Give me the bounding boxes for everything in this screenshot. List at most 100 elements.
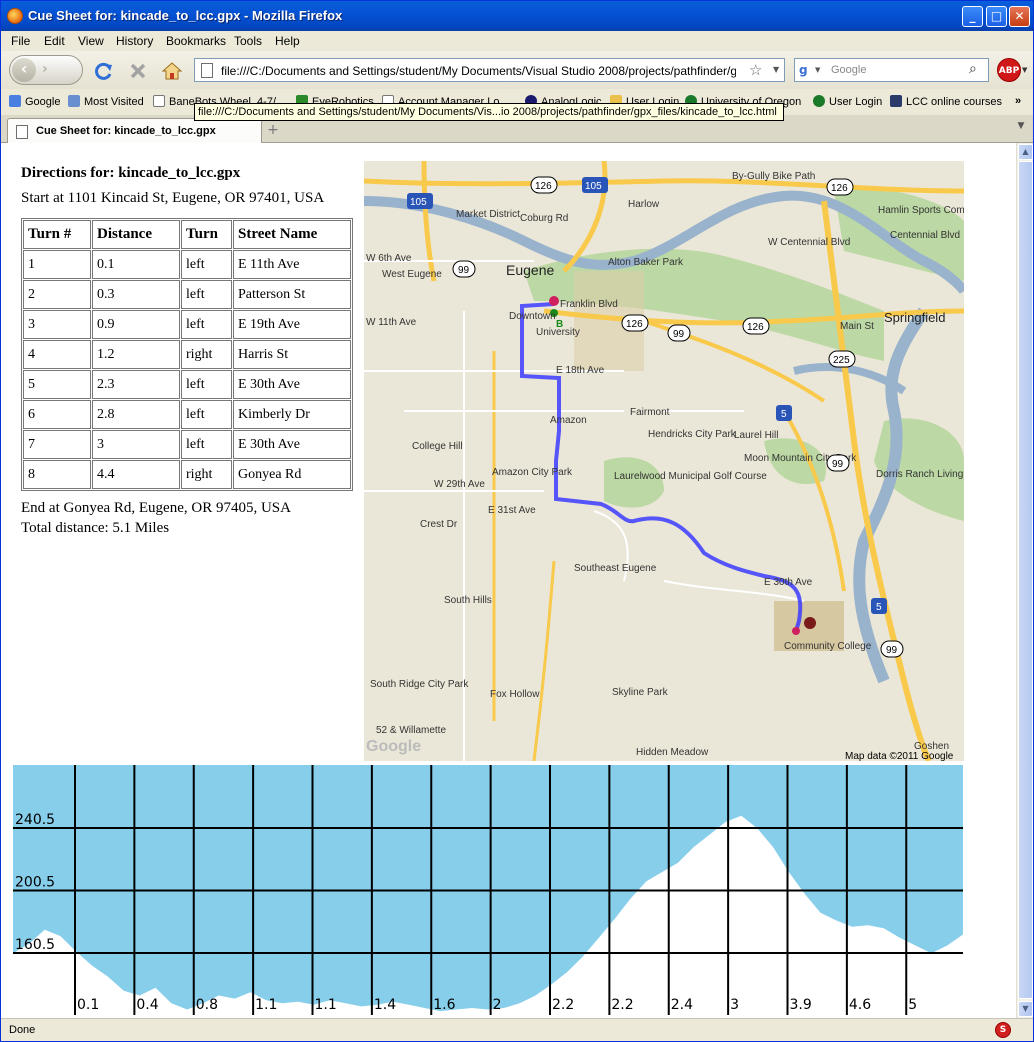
x-tick-label: 1.4 bbox=[374, 997, 396, 1013]
svg-text:126: 126 bbox=[831, 183, 848, 194]
adblock-plus-icon[interactable]: ABP bbox=[997, 58, 1021, 82]
map-label-fairmont: Fairmont bbox=[630, 407, 670, 418]
menu-tools[interactable]: Tools bbox=[234, 34, 262, 48]
map-canvas[interactable]: Eugene Springfield Downtown University M… bbox=[364, 161, 964, 761]
search-icon[interactable]: ⌕ bbox=[969, 61, 977, 77]
map-label-coburg-rd: Coburg Rd bbox=[520, 213, 568, 224]
o-icon bbox=[813, 95, 825, 107]
total-distance: Total distance: 5.1 Miles bbox=[21, 520, 170, 536]
header-turn-number: Turn # bbox=[23, 220, 91, 249]
vertical-scrollbar[interactable]: ▲ ▼ bbox=[1016, 143, 1033, 1018]
svg-text:105: 105 bbox=[585, 181, 602, 192]
map-label-w-11th-ave: W 11th Ave bbox=[366, 317, 417, 328]
end-marker[interactable] bbox=[792, 627, 800, 635]
google-logo[interactable]: Google bbox=[366, 738, 421, 755]
most-visited-icon bbox=[68, 95, 80, 107]
search-box[interactable]: g ▼ Google ⌕ bbox=[794, 58, 989, 82]
google-icon[interactable]: g bbox=[799, 63, 808, 77]
distance: 2.3 bbox=[92, 370, 180, 399]
scroll-down-button[interactable]: ▼ bbox=[1018, 1001, 1033, 1017]
chevron-down-icon[interactable]: ▼ bbox=[815, 66, 820, 74]
menu-help[interactable]: Help bbox=[275, 34, 300, 48]
scroll-up-button[interactable]: ▲ bbox=[1018, 144, 1033, 160]
x-tick-label: 2.4 bbox=[671, 997, 693, 1013]
x-tick-label: 2.2 bbox=[552, 997, 574, 1013]
reload-icon[interactable] bbox=[94, 61, 114, 81]
star-icon[interactable]: ☆ bbox=[749, 61, 762, 79]
y-tick-label: 200.5 bbox=[15, 875, 55, 891]
tab-label: Cue Sheet for: kincade_to_lcc.gpx bbox=[36, 125, 216, 137]
back-button[interactable]: ‹ bbox=[12, 58, 36, 82]
street-name: Patterson St bbox=[233, 280, 351, 309]
map-label-hidden-meadow: Hidden Meadow bbox=[636, 747, 709, 758]
distance: 1.2 bbox=[92, 340, 180, 369]
chevron-down-icon[interactable]: ▼ bbox=[773, 65, 779, 74]
svg-text:99: 99 bbox=[458, 265, 470, 276]
marker-b-label: B bbox=[556, 319, 563, 330]
turn: left bbox=[181, 370, 232, 399]
shield-i5: 5 bbox=[776, 405, 792, 421]
minimize-button[interactable]: _ bbox=[962, 6, 983, 27]
start-marker[interactable] bbox=[549, 296, 559, 306]
svg-text:5: 5 bbox=[876, 602, 882, 613]
table-row: 3 0.9 left E 19th Ave bbox=[23, 310, 351, 339]
street-name: E 30th Ave bbox=[233, 370, 351, 399]
turn: left bbox=[181, 250, 232, 279]
route-map[interactable]: Eugene Springfield Downtown University M… bbox=[364, 161, 964, 761]
turn-number: 7 bbox=[23, 430, 91, 459]
menu-file[interactable]: File bbox=[11, 34, 30, 48]
stop-icon[interactable] bbox=[128, 61, 148, 81]
forward-button[interactable]: › bbox=[42, 61, 48, 77]
elevation-chart: 160.5 200.5 240.5 0.1 0.4 0.8 1.1 1.1 1.4 1.6 2 2.2… bbox=[13, 765, 963, 1015]
chevron-right-icon[interactable]: » bbox=[1015, 95, 1021, 107]
shield-99: 99 bbox=[452, 260, 476, 278]
distance: 0.1 bbox=[92, 250, 180, 279]
map-label-laurel-hill: Laurel Hill bbox=[734, 430, 778, 441]
bookmark-google[interactable]: Google bbox=[9, 95, 60, 108]
map-label-laurelwood: Laurelwood Municipal Golf Course bbox=[614, 471, 767, 482]
home-icon[interactable] bbox=[161, 60, 183, 82]
title-bar: Cue Sheet for: kincade_to_lcc.gpx - Mozi… bbox=[1, 1, 1033, 31]
x-tick-label: 2.2 bbox=[611, 997, 633, 1013]
tab-active[interactable]: Cue Sheet for: kincade_to_lcc.gpx bbox=[7, 118, 262, 143]
window-title: Cue Sheet for: kincade_to_lcc.gpx - Mozi… bbox=[28, 8, 343, 23]
turn-number: 1 bbox=[23, 250, 91, 279]
svg-text:225: 225 bbox=[833, 355, 850, 366]
map-label-fox-hollow: Fox Hollow bbox=[490, 689, 540, 700]
status-bar: Done S bbox=[1, 1018, 1033, 1041]
menu-view[interactable]: View bbox=[78, 34, 104, 48]
map-label-centennial: Centennial Blvd bbox=[890, 230, 960, 241]
menu-history[interactable]: History bbox=[116, 34, 153, 48]
map-label-e-18th-ave: E 18th Ave bbox=[556, 365, 605, 376]
shield-105-b: 105 bbox=[582, 177, 608, 193]
map-label-harlow: Harlow bbox=[628, 199, 660, 210]
noscript-icon[interactable]: S bbox=[995, 1022, 1011, 1038]
table-header-row: Turn # Distance Turn Street Name bbox=[23, 220, 351, 249]
url-text[interactable]: file:///C:/Documents and Settings/studen… bbox=[221, 64, 736, 78]
columns-icon bbox=[890, 95, 902, 107]
new-tab-button[interactable]: + bbox=[264, 121, 282, 139]
map-label-52-willamette: 52 & Willamette bbox=[376, 725, 446, 736]
x-tick-label: 1.6 bbox=[433, 997, 455, 1013]
turn-number: 4 bbox=[23, 340, 91, 369]
search-placeholder[interactable]: Google bbox=[831, 64, 866, 76]
turn: left bbox=[181, 400, 232, 429]
chevron-down-icon[interactable]: ▼ bbox=[1014, 121, 1028, 139]
bookmark-user-login-2[interactable]: User Login bbox=[813, 95, 882, 108]
menu-edit[interactable]: Edit bbox=[44, 34, 65, 48]
chevron-down-icon[interactable]: ▼ bbox=[1022, 66, 1027, 74]
scroll-thumb[interactable] bbox=[1018, 161, 1033, 999]
url-bar[interactable]: file:///C:/Documents and Settings/studen… bbox=[194, 58, 785, 82]
bookmark-lcc-online[interactable]: LCC online courses bbox=[890, 95, 1002, 108]
map-label-eugene: Eugene bbox=[506, 262, 554, 278]
shield-105: 105 bbox=[407, 193, 433, 209]
menu-bookmarks[interactable]: Bookmarks bbox=[166, 34, 226, 48]
map-label-crest-dr: Crest Dr bbox=[420, 519, 458, 530]
map-label-market-district: Market District bbox=[456, 209, 520, 220]
close-button[interactable]: ✕ bbox=[1009, 6, 1030, 27]
maximize-button[interactable]: □ bbox=[986, 6, 1007, 27]
map-label-skyline-park: Skyline Park bbox=[612, 687, 669, 698]
lcc-marker[interactable] bbox=[804, 617, 816, 629]
bookmark-most-visited[interactable]: Most Visited bbox=[68, 95, 144, 108]
turn-number: 8 bbox=[23, 460, 91, 489]
